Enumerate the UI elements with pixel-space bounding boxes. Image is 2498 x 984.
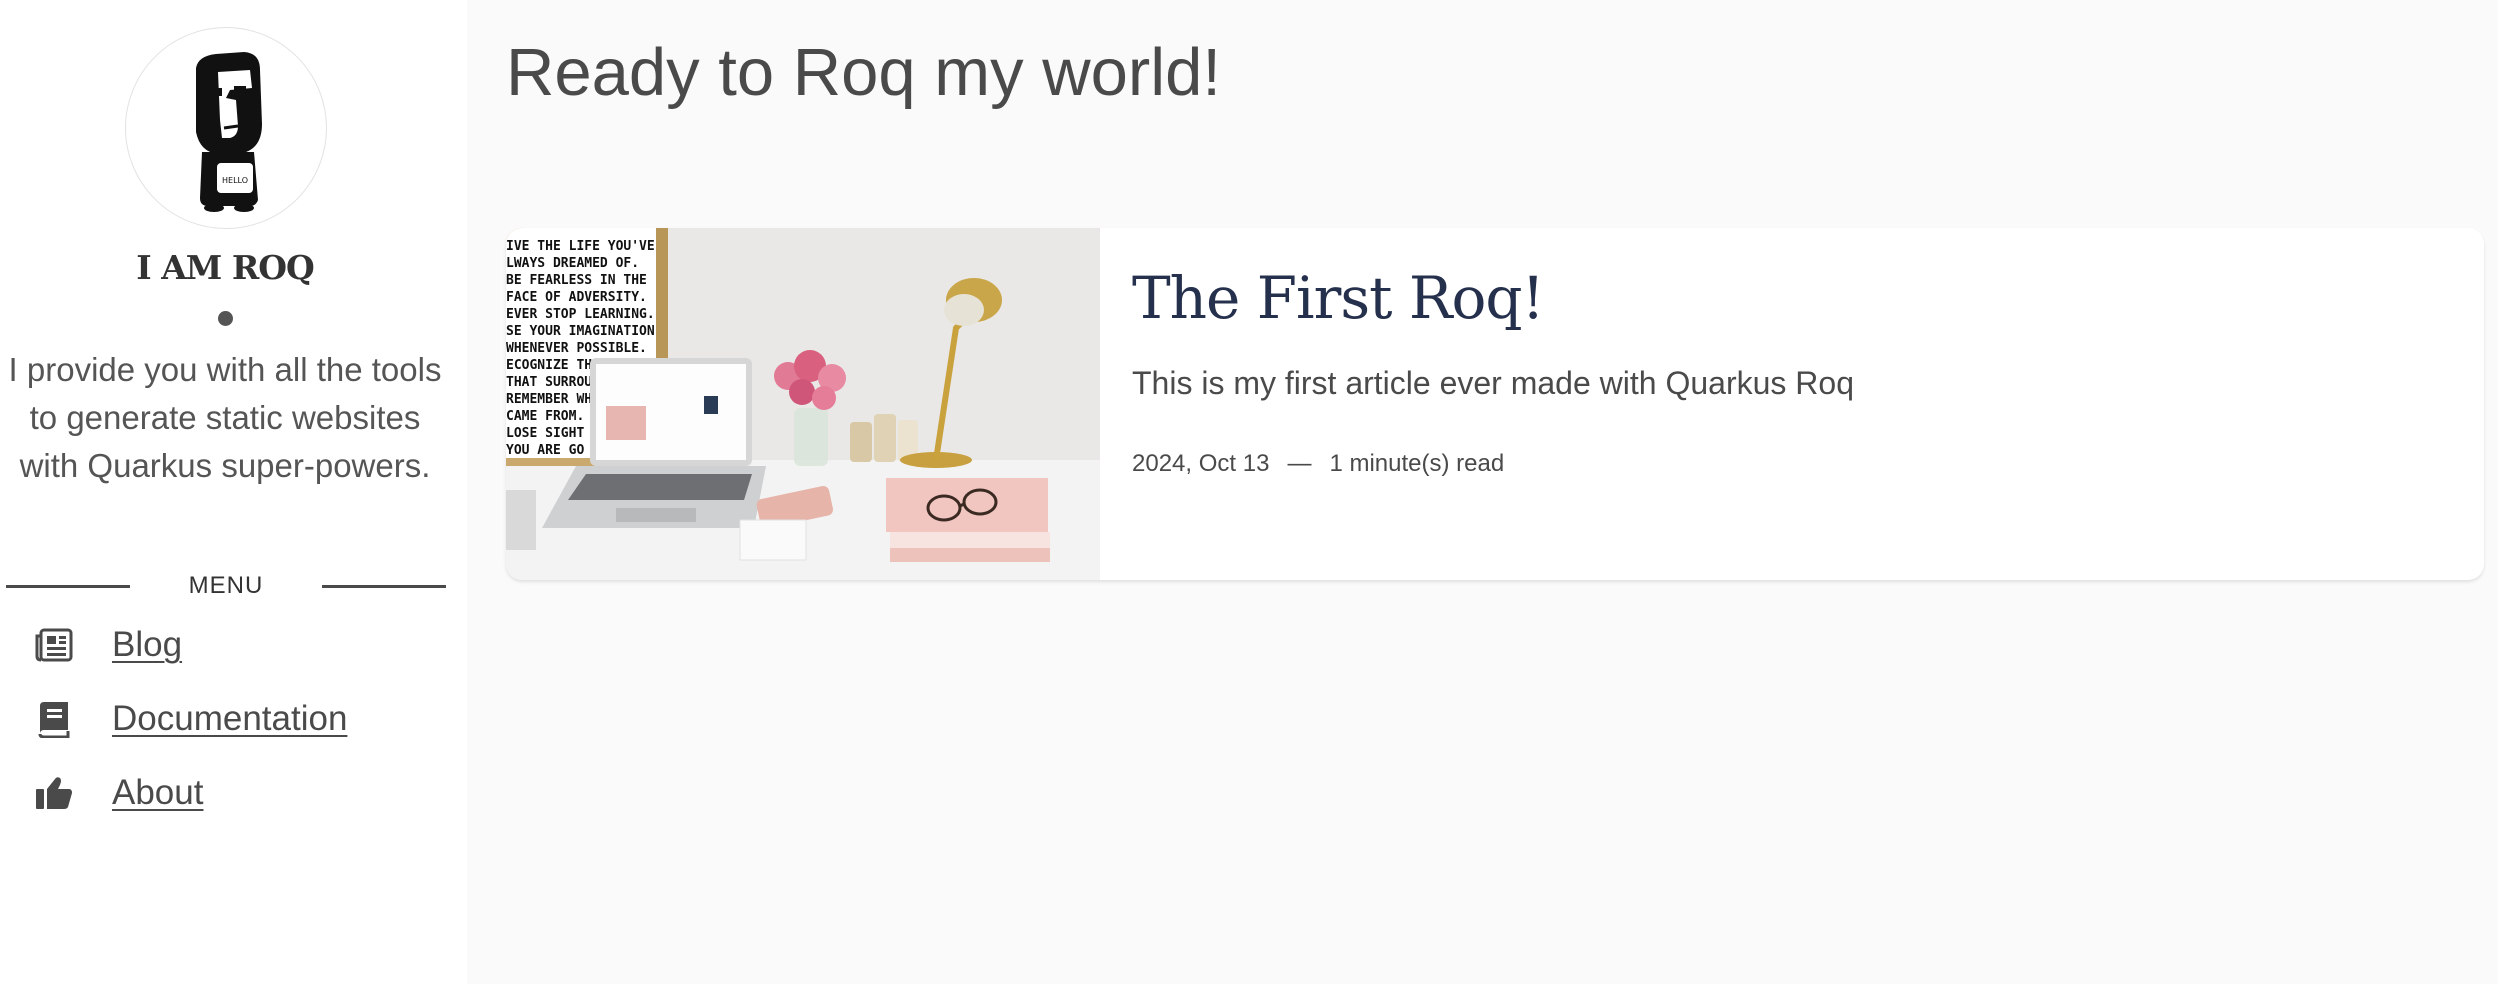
post-read-time: 1 minute(s) read: [1329, 450, 1505, 477]
avatar-badge-text: HELLO: [222, 176, 248, 185]
newspaper-icon: [34, 625, 74, 665]
post-thumbnail[interactable]: IVE THE LIFE YOU'VE LWAYS DREAMED OF. BE…: [506, 228, 1100, 580]
desk-laptop-flowers-image: IVE THE LIFE YOU'VE LWAYS DREAMED OF. BE…: [506, 228, 1100, 580]
sidebar-item-about[interactable]: About: [34, 768, 203, 818]
poster-line: IVE THE LIFE YOU'VE: [506, 239, 655, 254]
site-tagline: I provide you with all the tools to gene…: [8, 351, 442, 484]
post-date: 2024, Oct 13: [1132, 450, 1270, 477]
post-title[interactable]: The First Roq!: [1132, 264, 1545, 332]
poster-line: BE FEARLESS IN THE: [506, 273, 647, 288]
sidebar-item-about-link[interactable]: About: [112, 773, 203, 813]
poster-line: LWAYS DREAMED OF.: [506, 256, 639, 271]
sidebar: HELLO I AM ROQ I provide you with all th…: [0, 0, 467, 984]
moai-mascot-icon: HELLO: [196, 52, 262, 212]
poster-line: FACE OF ADVERSITY.: [506, 290, 647, 305]
avatar[interactable]: HELLO: [125, 27, 327, 229]
menu-label: MENU: [188, 572, 264, 599]
menu-divider-line-left: [6, 585, 130, 588]
menu-divider-line-right: [322, 585, 446, 588]
poster-line: SE YOUR IMAGINATION: [506, 324, 655, 339]
poster-line: YOU ARE GO: [506, 443, 584, 458]
poster-line: REMEMBER WHI: [506, 392, 600, 407]
separator-dot: [218, 311, 233, 326]
poster-line: EVER STOP LEARNING.: [506, 307, 655, 322]
post-card[interactable]: IVE THE LIFE YOU'VE LWAYS DREAMED OF. BE…: [506, 228, 2484, 580]
menu-divider: MENU: [6, 571, 446, 601]
post-description: This is my first article ever made with …: [1132, 365, 1854, 401]
sidebar-item-blog[interactable]: Blog: [34, 620, 182, 670]
page-title: Ready to Roq my world!: [506, 35, 1221, 110]
sidebar-item-documentation[interactable]: Documentation: [34, 694, 347, 744]
poster-line: WHENEVER POSSIBLE.: [506, 341, 647, 356]
post-meta: 2024, Oct 13 — 1 minute(s) read: [1132, 450, 1504, 478]
post-meta-separator: —: [1287, 450, 1312, 477]
thumbs-up-icon: [34, 773, 74, 813]
sidebar-item-blog-link[interactable]: Blog: [112, 625, 182, 665]
sidebar-item-documentation-link[interactable]: Documentation: [112, 699, 347, 739]
site-title: I AM ROQ: [136, 248, 314, 287]
page: HELLO I AM ROQ I provide you with all th…: [0, 0, 2498, 984]
book-icon: [34, 699, 74, 739]
